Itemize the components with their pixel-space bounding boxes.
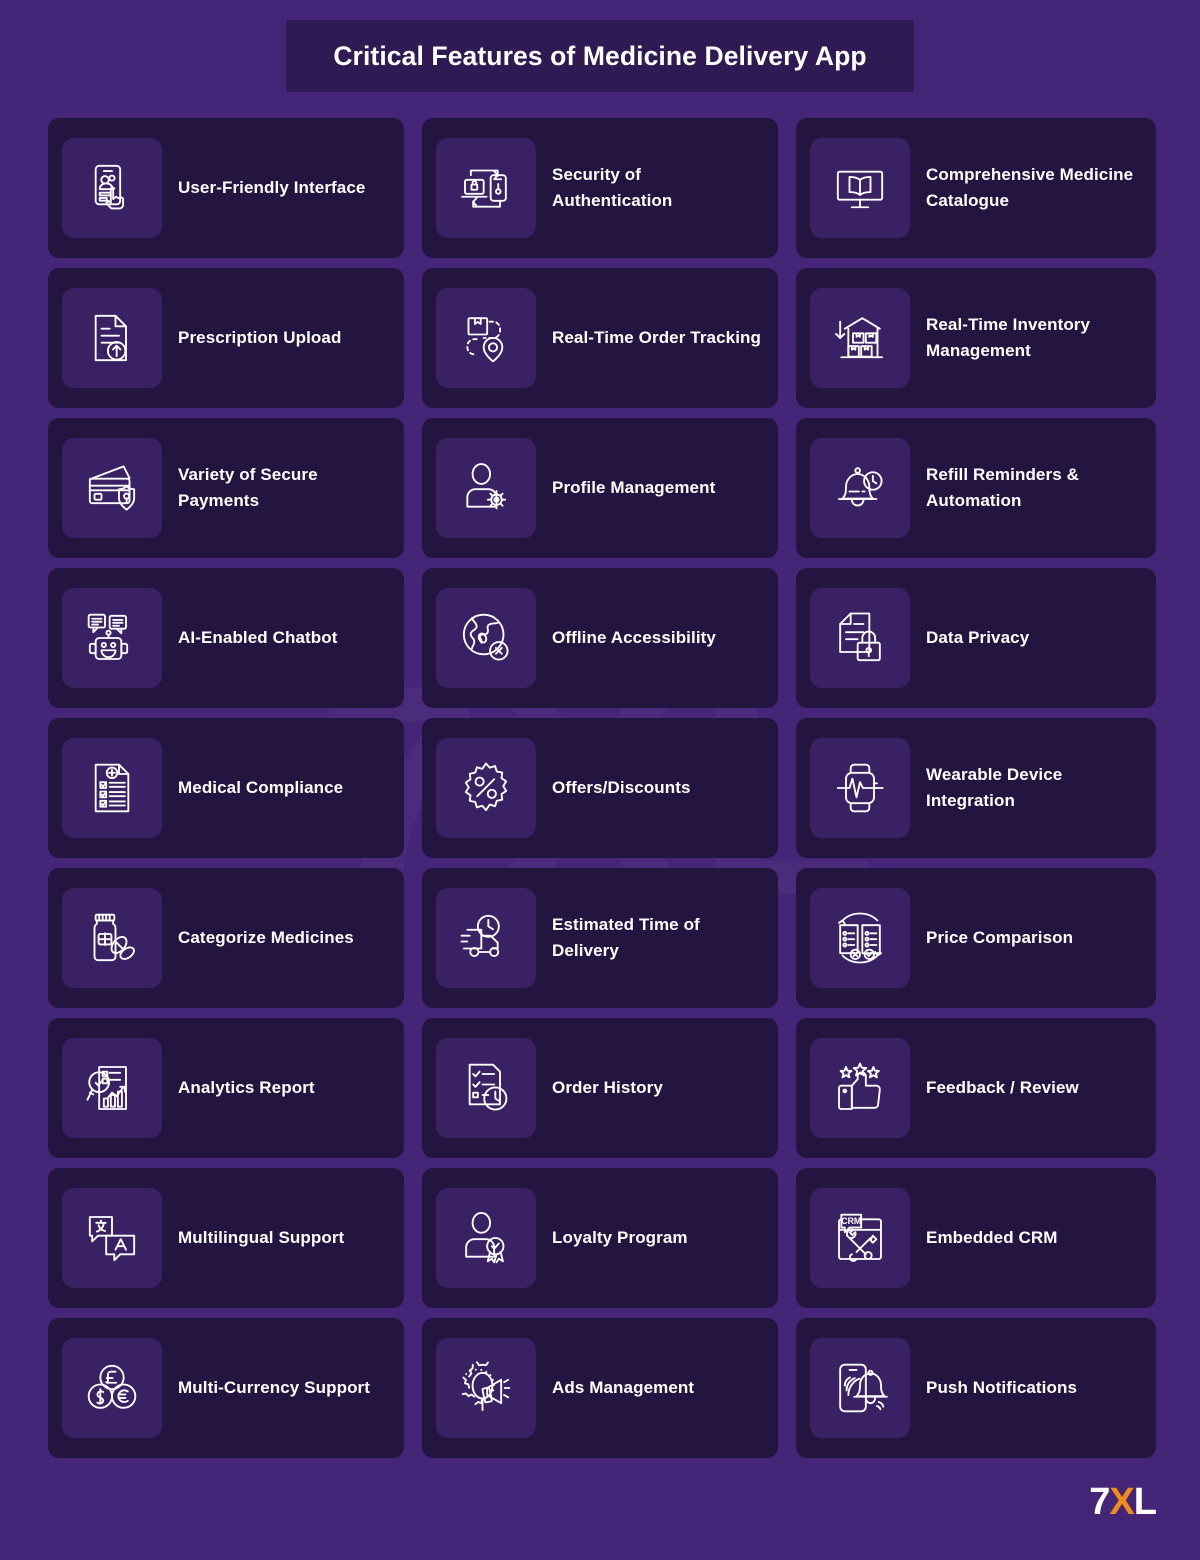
package-route-pin-icon: [436, 288, 536, 388]
compare-lists-icon: [810, 888, 910, 988]
feature-card[interactable]: User-Friendly Interface: [48, 118, 404, 258]
feature-label: Multi-Currency Support: [178, 1377, 371, 1397]
checklist-clock-icon: [436, 1038, 536, 1138]
phone-user-touch-icon: [62, 138, 162, 238]
feature-label: Wearable Device Integration: [926, 764, 1063, 810]
feature-label: Multilingual Support: [178, 1227, 345, 1247]
checklist-medical-icon: [62, 738, 162, 838]
feature-card[interactable]: Variety of Secure Payments: [48, 418, 404, 558]
two-factor-auth-icon: [436, 138, 536, 238]
monitor-book-icon: [810, 138, 910, 238]
thumbs-up-stars-icon: [810, 1038, 910, 1138]
medicine-bottle-pills-icon: [62, 888, 162, 988]
feature-card[interactable]: Comprehensive Medicine Catalogue: [796, 118, 1156, 258]
feature-label: Offline Accessibility: [552, 627, 716, 647]
feature-card[interactable]: Multilingual Support: [48, 1168, 404, 1308]
globe-offline-icon: [436, 588, 536, 688]
feature-card[interactable]: Data Privacy: [796, 568, 1156, 708]
feature-label: AI-Enabled Chatbot: [178, 627, 338, 647]
currency-coins-icon: [62, 1338, 162, 1438]
logo-l: L: [1133, 1481, 1157, 1523]
feature-card[interactable]: CRM Embedded CRM: [796, 1168, 1156, 1308]
feature-card[interactable]: Real-Time Inventory Management: [796, 268, 1156, 408]
feature-card[interactable]: Feedback / Review: [796, 1018, 1156, 1158]
document-lock-icon: [810, 588, 910, 688]
feature-card[interactable]: Offline Accessibility: [422, 568, 778, 708]
feature-label: Push Notifications: [926, 1377, 1078, 1397]
feature-label: User-Friendly Interface: [178, 177, 366, 197]
brand-logo: 7XL: [1089, 1481, 1157, 1524]
feature-label: Price Comparison: [926, 927, 1074, 947]
feature-label: Order History: [552, 1077, 663, 1097]
feature-card[interactable]: Price Comparison: [796, 868, 1156, 1008]
feature-label: Feedback / Review: [926, 1077, 1079, 1097]
user-award-icon: [436, 1188, 536, 1288]
feature-label: Analytics Report: [178, 1077, 315, 1097]
feature-label: Comprehensive Medicine Catalogue: [926, 164, 1134, 210]
feature-label: Prescription Upload: [178, 327, 342, 347]
features-grid: User-Friendly Interface Security of Authe…: [48, 118, 1156, 1458]
feature-card[interactable]: Multi-Currency Support: [48, 1318, 404, 1458]
feature-label: Security of Authentication: [552, 164, 673, 210]
feature-label: Estimated Time of Delivery: [552, 914, 700, 960]
feature-card[interactable]: Analytics Report: [48, 1018, 404, 1158]
document-upload-icon: [62, 288, 162, 388]
feature-label: Offers/Discounts: [552, 777, 691, 797]
feature-card[interactable]: Loyalty Program: [422, 1168, 778, 1308]
feature-card[interactable]: Order History: [422, 1018, 778, 1158]
feature-label: Real-Time Order Tracking: [552, 327, 761, 347]
feature-label: Real-Time Inventory Management: [926, 314, 1091, 360]
feature-card[interactable]: AI-Enabled Chatbot: [48, 568, 404, 708]
feature-card[interactable]: Refill Reminders & Automation: [796, 418, 1156, 558]
feature-card[interactable]: Categorize Medicines: [48, 868, 404, 1008]
feature-card[interactable]: Prescription Upload: [48, 268, 404, 408]
smartwatch-heartbeat-icon: [810, 738, 910, 838]
feature-card[interactable]: Real-Time Order Tracking: [422, 268, 778, 408]
page-title: Critical Features of Medicine Delivery A…: [333, 40, 867, 71]
feature-card[interactable]: Offers/Discounts: [422, 718, 778, 858]
feature-card[interactable]: Wearable Device Integration: [796, 718, 1156, 858]
feature-label: Ads Management: [552, 1377, 695, 1397]
feature-card[interactable]: Push Notifications: [796, 1318, 1156, 1458]
crm-tools-icon: CRM: [810, 1188, 910, 1288]
phone-bell-icon: [810, 1338, 910, 1438]
delivery-truck-clock-icon: [436, 888, 536, 988]
gear-megaphone-icon: [436, 1338, 536, 1438]
user-gear-icon: [436, 438, 536, 538]
warehouse-boxes-icon: [810, 288, 910, 388]
analytics-magnifier-icon: [62, 1038, 162, 1138]
feature-label: Refill Reminders & Automation: [926, 464, 1079, 510]
feature-label: Data Privacy: [926, 627, 1030, 647]
robot-chat-icon: [62, 588, 162, 688]
logo-7: 7: [1089, 1481, 1110, 1523]
title-banner: Critical Features of Medicine Delivery A…: [286, 20, 914, 92]
feature-label: Medical Compliance: [178, 777, 344, 797]
feature-card[interactable]: Estimated Time of Delivery: [422, 868, 778, 1008]
logo-x: X: [1109, 1481, 1134, 1523]
bell-clock-icon: [810, 438, 910, 538]
feature-card[interactable]: Ads Management: [422, 1318, 778, 1458]
translate-chat-icon: [62, 1188, 162, 1288]
feature-label: Categorize Medicines: [178, 927, 354, 947]
feature-label: Embedded CRM: [926, 1227, 1058, 1247]
feature-card[interactable]: Security of Authentication: [422, 118, 778, 258]
feature-label: Profile Management: [552, 477, 716, 497]
feature-label: Variety of Secure Payments: [178, 464, 318, 510]
credit-card-shield-icon: [62, 438, 162, 538]
feature-label: Loyalty Program: [552, 1227, 688, 1247]
svg-text:CRM: CRM: [841, 1216, 861, 1226]
feature-card[interactable]: Profile Management: [422, 418, 778, 558]
discount-badge-icon: [436, 738, 536, 838]
feature-card[interactable]: Medical Compliance: [48, 718, 404, 858]
